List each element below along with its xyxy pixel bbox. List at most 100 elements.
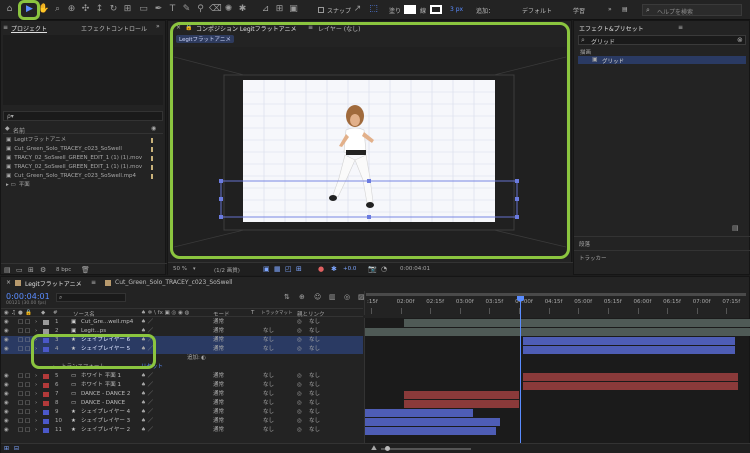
layer-duration-bar[interactable]: [403, 399, 519, 408]
col-source[interactable]: ソース名: [73, 310, 95, 318]
workspace-switch-icon[interactable]: ▤: [622, 6, 628, 13]
layer-duration-bar[interactable]: [403, 390, 519, 399]
pen-tool-icon[interactable]: ✒: [153, 4, 164, 15]
layer-duration-bar[interactable]: [403, 318, 750, 327]
lock-toggle[interactable]: □: [25, 399, 30, 408]
zoom-slider-thumb[interactable]: [385, 446, 390, 451]
transparency-grid-icon[interactable]: ▦: [274, 265, 281, 273]
zoom-dropdown[interactable]: 50 %: [173, 266, 187, 272]
solo-toggle[interactable]: □: [18, 327, 23, 336]
paragraph-panel-header[interactable]: 段落: [574, 236, 750, 248]
more-workspaces-icon[interactable]: »: [608, 6, 612, 13]
lock-toggle[interactable]: □: [25, 336, 30, 345]
lock-toggle[interactable]: □: [25, 390, 30, 399]
parent-dropdown[interactable]: なし: [309, 336, 320, 345]
col-parent[interactable]: 親とリンク: [297, 310, 325, 318]
table-row[interactable]: ◉ □ □ › 10 ★ シェイプレイヤー 3 ♠ ／ 通常 なし ◎ なし: [1, 417, 363, 426]
show-snapshot-icon[interactable]: ◔: [381, 265, 387, 273]
pickwhip-icon[interactable]: ◎: [297, 372, 302, 381]
expand-chevron-icon[interactable]: ›: [35, 381, 37, 390]
lock-toggle[interactable]: □: [25, 372, 30, 381]
track-matte-dropdown[interactable]: なし: [263, 408, 274, 417]
layer-duration-bar[interactable]: [522, 345, 735, 354]
help-search-box[interactable]: ⌕ ヘルプを検索: [642, 4, 742, 16]
parent-dropdown[interactable]: なし: [309, 390, 320, 399]
blend-mode-dropdown[interactable]: 通常: [213, 318, 224, 327]
label-color-chip[interactable]: [151, 138, 153, 143]
column-name[interactable]: 名前: [13, 126, 25, 135]
parent-dropdown[interactable]: なし: [309, 327, 320, 336]
workspace-learn[interactable]: 学習: [573, 6, 585, 15]
current-time[interactable]: 0:00:04:01: [6, 292, 50, 301]
orbit-camera-icon[interactable]: ⊕: [66, 4, 77, 15]
timeline-menu-icon[interactable]: ≡: [91, 279, 96, 286]
toggle-switches-icon[interactable]: ⊞: [4, 445, 9, 452]
track-matte-dropdown[interactable]: なし: [263, 336, 274, 345]
timeline-search-input[interactable]: ⌕: [56, 293, 126, 302]
rectangle-tool-icon[interactable]: ▭: [138, 4, 149, 15]
visibility-toggle-icon[interactable]: ◉: [4, 318, 9, 327]
layer-switches[interactable]: ♠ ／: [141, 318, 153, 327]
table-row[interactable]: ◉ □ □ › 7 ▭ DANCE - DANCE 2 ♠ ／ 通常 なし ◎ なし: [1, 390, 363, 399]
label-color-chip[interactable]: [43, 383, 49, 388]
track-matte-dropdown[interactable]: なし: [263, 417, 274, 426]
pickwhip-icon[interactable]: ◎: [297, 426, 302, 435]
pickwhip-icon[interactable]: ◎: [297, 327, 302, 336]
pickwhip-icon[interactable]: ◎: [297, 408, 302, 417]
layer-duration-bar[interactable]: [365, 426, 496, 435]
zoom-slider[interactable]: [381, 448, 471, 450]
lock-toggle[interactable]: □: [25, 381, 30, 390]
visibility-toggle-icon[interactable]: ◉: [4, 399, 9, 408]
pickwhip-icon[interactable]: ◎: [297, 399, 302, 408]
add-label[interactable]: 追加：: [476, 6, 494, 15]
label-color-chip[interactable]: [43, 392, 49, 397]
layer-switches[interactable]: ♠ ／: [141, 408, 153, 417]
eraser-tool-icon[interactable]: ⌫: [209, 4, 222, 15]
playhead[interactable]: [520, 295, 521, 443]
layer-duration-bar[interactable]: [365, 417, 500, 426]
label-color-chip[interactable]: [151, 174, 153, 179]
stroke-width-value[interactable]: 3 px: [450, 6, 463, 13]
lock-toggle[interactable]: □: [25, 318, 30, 327]
layer-switches[interactable]: ♠ ／: [141, 426, 153, 435]
table-row[interactable]: ◉ □ □ › 5 ▭ ホワイト 平面 1 ♠ ／ 通常 なし ◎ なし: [1, 372, 363, 381]
layer-duration-bar[interactable]: [365, 327, 750, 336]
clone-stamp-icon[interactable]: ⚲: [195, 4, 206, 15]
project-item[interactable]: ▣ Legitフラットアニメ: [3, 136, 163, 145]
guides-icon[interactable]: ⊞: [296, 265, 302, 273]
pickwhip-icon[interactable]: ◎: [297, 345, 302, 354]
exposure-icon[interactable]: ✱: [331, 265, 337, 273]
visibility-toggle-icon[interactable]: ◉: [4, 327, 9, 336]
layer-switches[interactable]: ♠ ／: [141, 372, 153, 381]
blend-mode-dropdown[interactable]: 通常: [213, 426, 224, 435]
visibility-toggle-icon[interactable]: ◉: [4, 390, 9, 399]
track-matte-dropdown[interactable]: なし: [263, 390, 274, 399]
solo-toggle[interactable]: □: [18, 408, 23, 417]
col-trkmat[interactable]: トラックマット: [261, 310, 293, 316]
visibility-toggle-icon[interactable]: ◉: [4, 408, 9, 417]
footage-settings-icon[interactable]: ⚙: [40, 266, 46, 274]
label-color-chip[interactable]: [43, 401, 49, 406]
col-mode[interactable]: モード: [213, 310, 230, 318]
parent-dropdown[interactable]: なし: [309, 345, 320, 354]
selection-tool-icon[interactable]: ▶: [24, 4, 35, 15]
mask-path-icon[interactable]: ◰: [285, 265, 292, 273]
work-area-bar[interactable]: [366, 293, 746, 296]
tab-effect-controls[interactable]: エフェクトコントロール: [81, 24, 147, 33]
add-label[interactable]: 追加:: [187, 354, 200, 363]
interpret-footage-icon[interactable]: ▤: [4, 266, 11, 274]
layer-switches[interactable]: ♠ ／: [141, 390, 153, 399]
layer-name[interactable]: シェイプレイヤー 2: [81, 426, 130, 435]
draft-3d-icon[interactable]: ⊕: [299, 293, 305, 301]
visibility-toggle-icon[interactable]: ◉: [4, 345, 9, 354]
pickwhip-icon[interactable]: ◎: [297, 336, 302, 345]
pickwhip-icon[interactable]: ◎: [297, 318, 302, 327]
parent-dropdown[interactable]: なし: [309, 426, 320, 435]
lock-toggle[interactable]: □: [25, 327, 30, 336]
new-folder-icon[interactable]: ▭: [16, 266, 23, 274]
expand-chevron-icon[interactable]: ›: [35, 372, 37, 381]
parent-dropdown[interactable]: なし: [309, 408, 320, 417]
label-color-chip[interactable]: [43, 320, 49, 325]
blend-mode-dropdown[interactable]: 通常: [213, 327, 224, 336]
clear-search-icon[interactable]: ⊗: [737, 36, 743, 44]
